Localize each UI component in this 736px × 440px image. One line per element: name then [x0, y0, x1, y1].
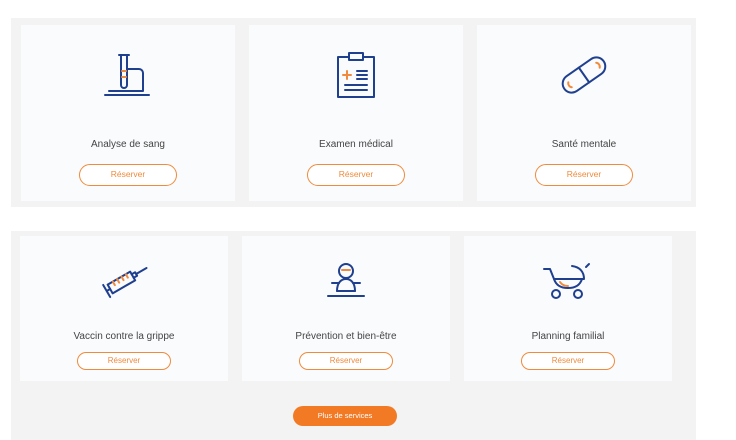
service-title: Santé mentale	[551, 139, 617, 150]
service-card-flu-vaccine: Vaccin contre la grippe Réserver	[20, 236, 228, 381]
test-tube-icon	[104, 54, 150, 96]
service-title: Planning familial	[531, 331, 605, 342]
reserve-button[interactable]: Réserver	[79, 164, 177, 186]
service-card-medical-exam: Examen médical Réserver	[249, 25, 463, 201]
service-card-family-planning: Planning familial Réserver	[464, 236, 672, 381]
pill-icon	[561, 56, 607, 94]
service-title: Analyse de sang	[91, 139, 165, 150]
clipboard-icon	[337, 52, 375, 98]
reserve-button[interactable]: Réserver	[299, 352, 393, 370]
baby-stroller-icon	[543, 263, 590, 299]
syringe-icon	[102, 267, 148, 299]
service-card-blood-test: Analyse de sang Réserver	[21, 25, 235, 201]
reserve-button[interactable]: Réserver	[77, 352, 171, 370]
reserve-button[interactable]: Réserver	[521, 352, 615, 370]
more-services-button[interactable]: Plus de services	[293, 406, 397, 426]
reserve-button[interactable]: Réserver	[535, 164, 633, 186]
service-title: Vaccin contre la grippe	[73, 331, 175, 342]
wellness-person-icon	[327, 263, 365, 297]
service-card-prevention: Prévention et bien-être Réserver	[242, 236, 450, 381]
service-title: Examen médical	[319, 139, 393, 150]
service-title: Prévention et bien-être	[295, 331, 397, 342]
reserve-button[interactable]: Réserver	[307, 164, 405, 186]
service-card-mental-health: Santé mentale Réserver	[477, 25, 691, 201]
